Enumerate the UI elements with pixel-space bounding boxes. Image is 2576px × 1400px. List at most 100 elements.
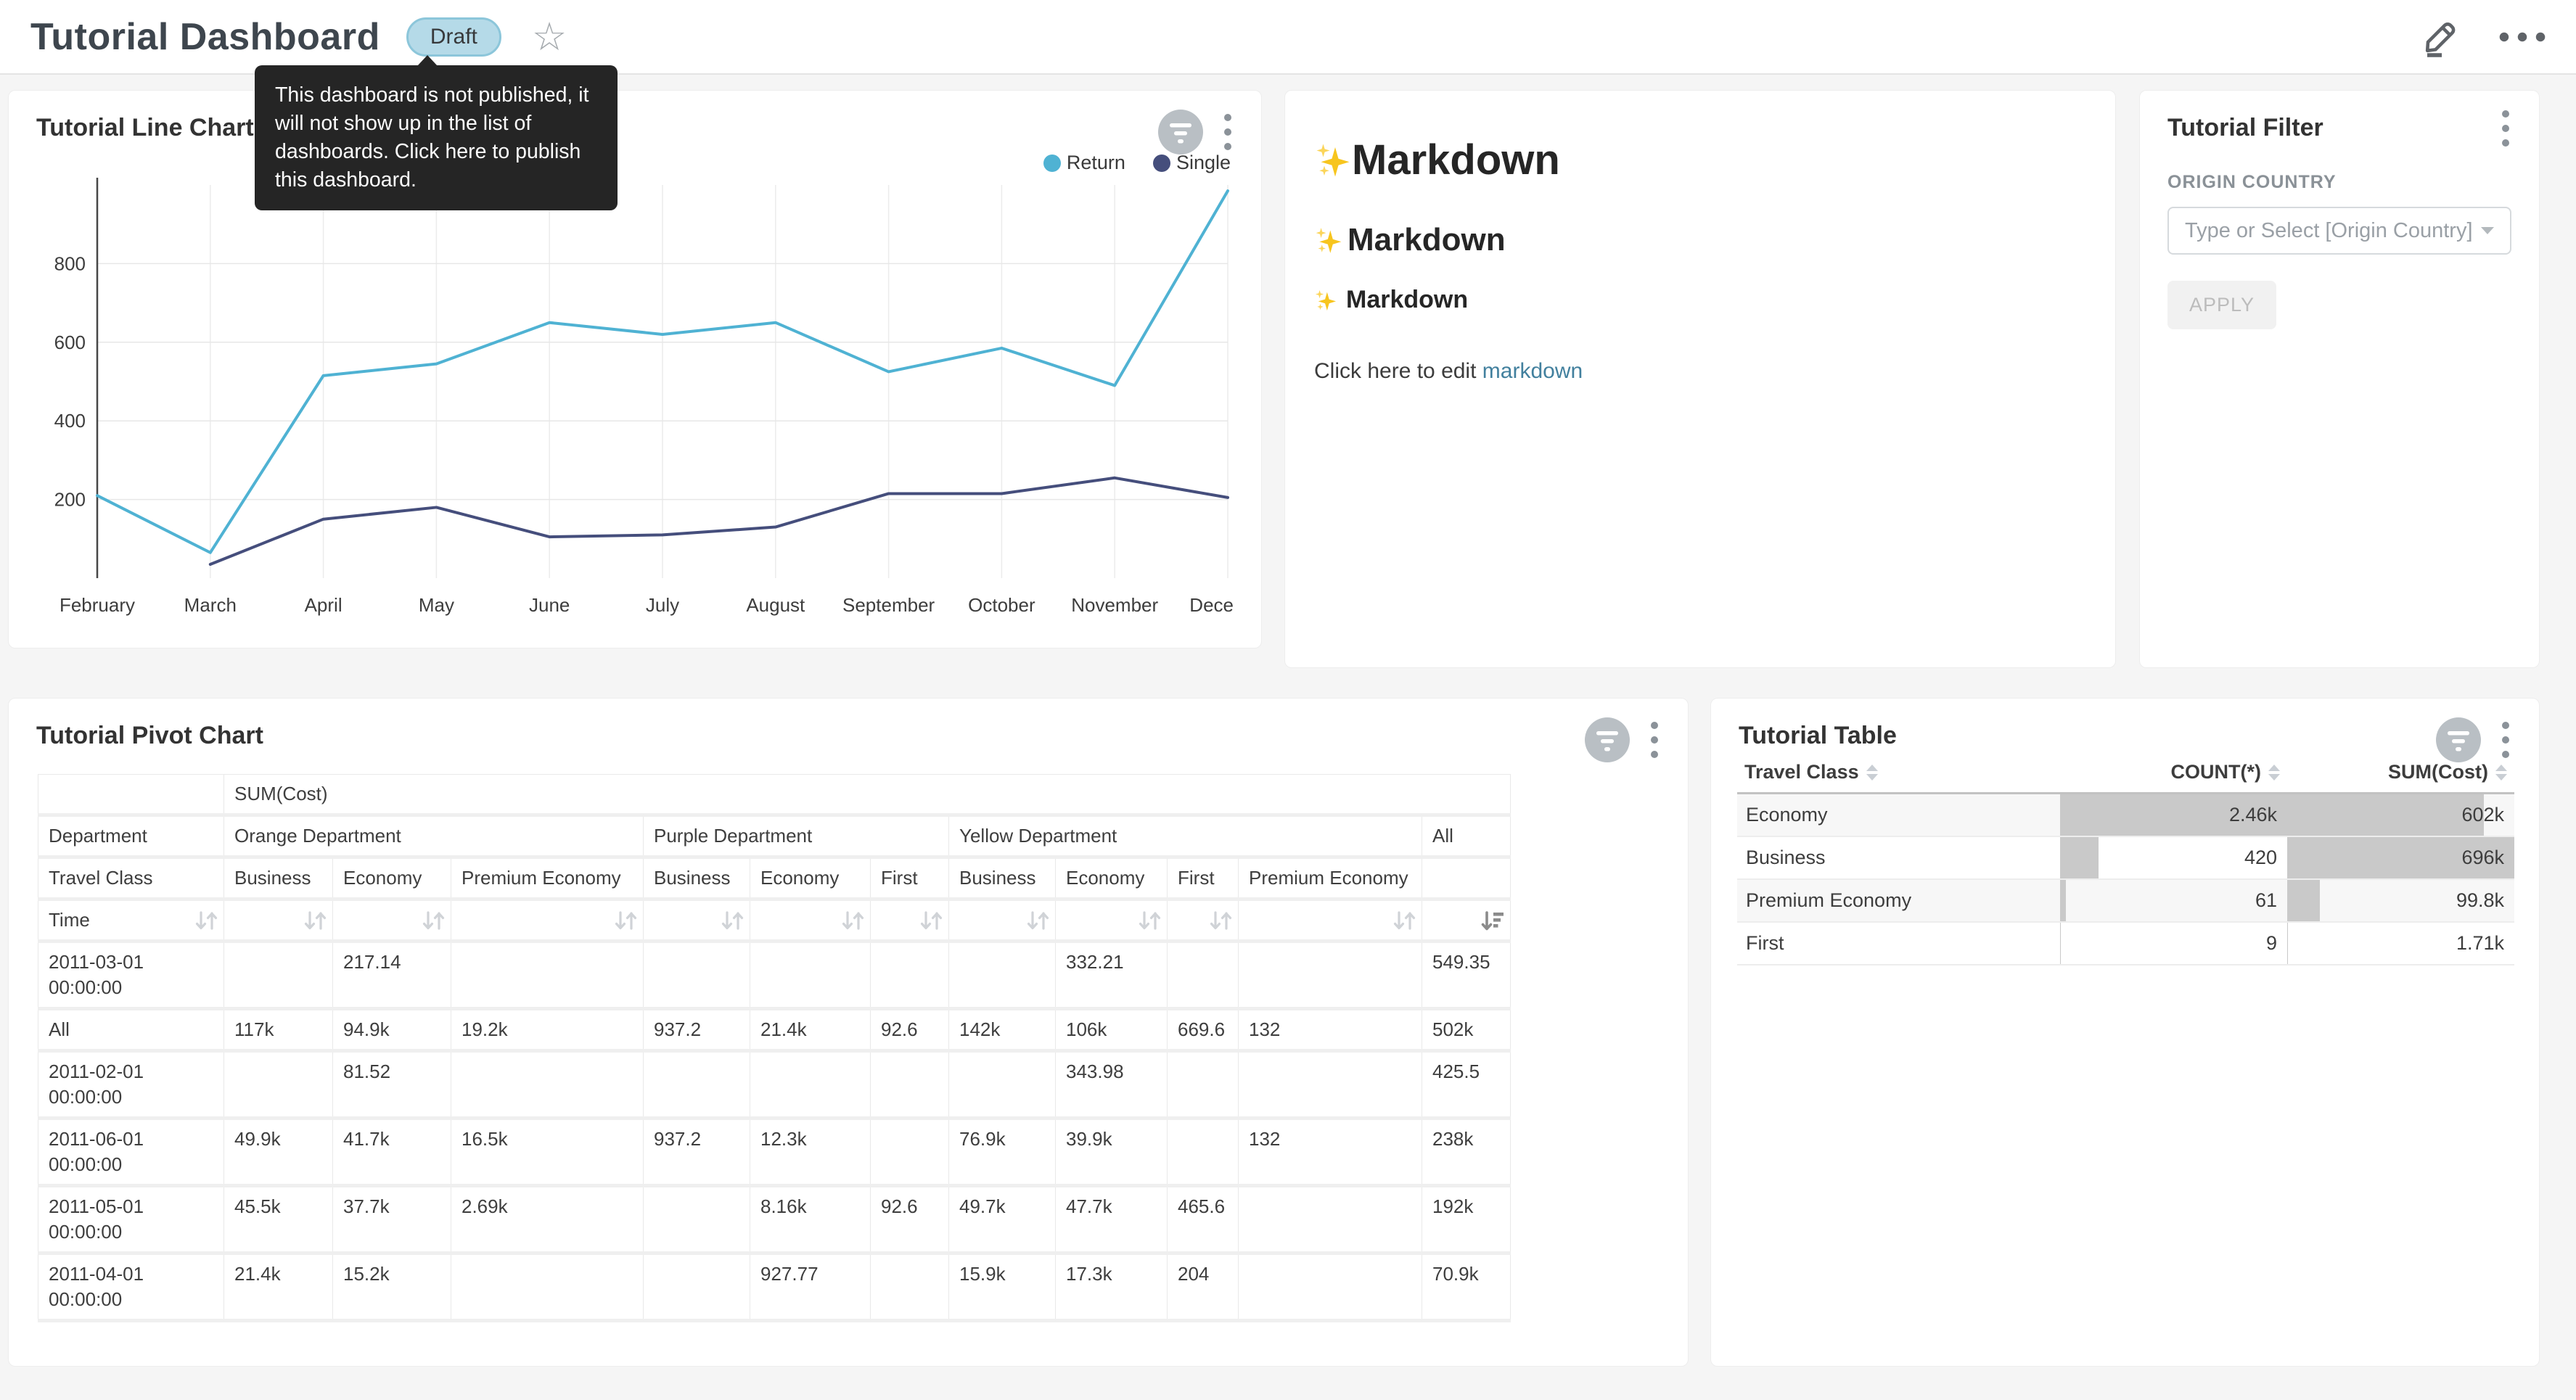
table-row: Economy 2.46k 602k — [1737, 794, 2514, 837]
pivot-group-yellow: Yellow Department — [949, 815, 1422, 857]
page-title: Tutorial Dashboard — [30, 15, 380, 59]
svg-text:Dece: Dece — [1189, 594, 1234, 616]
col-header-sum-cost[interactable]: SUM(Cost) — [2287, 752, 2514, 794]
markdown-content: Markdown Markdown Markdown Click here to… — [1314, 117, 2086, 384]
sort-icon[interactable] — [841, 910, 864, 931]
pivot-class-col: Premium Economy — [451, 857, 644, 899]
pivot-row: 2011-03-01 00:00:00 217.14 332.21 549.35 — [38, 942, 1511, 1009]
data-table: Travel Class COUNT(*) SUM(Cost) Economy … — [1737, 752, 2513, 965]
pivot-panel-actions — [1585, 717, 1659, 762]
sorter-icon[interactable] — [2268, 765, 2280, 781]
line-chart-panel-actions — [1158, 110, 1232, 155]
markdown-h1: Markdown — [1314, 136, 2086, 184]
cell-count: 2.46k — [2060, 794, 2287, 836]
table-row: Premium Economy 61 99.8k — [1737, 879, 2514, 922]
pivot-metric-header: SUM(Cost) — [224, 775, 1511, 815]
table-panel-title: Tutorial Table — [1739, 722, 1897, 750]
line-chart-title: Tutorial Line Chart — [36, 114, 254, 142]
pivot-class-col: First — [1168, 857, 1239, 899]
sort-icon[interactable] — [303, 910, 327, 931]
cell-sum: 696k — [2287, 837, 2514, 878]
pivot-department-row: Department Orange Department Purple Depa… — [38, 815, 1511, 857]
svg-text:October: October — [968, 594, 1035, 616]
pivot-sort-row: Time — [38, 899, 1511, 942]
sort-icon[interactable] — [194, 910, 218, 931]
cross-filter-icon[interactable] — [1158, 110, 1203, 155]
pivot-dept-label: Department — [38, 815, 224, 857]
sort-icon[interactable] — [1026, 910, 1049, 931]
dashboard-page: Tutorial Dashboard Draft ☆ This dashboar… — [0, 0, 2576, 1400]
cell-sum: 1.71k — [2287, 923, 2514, 964]
sort-icon[interactable] — [422, 910, 445, 931]
line-chart[interactable]: 200400600800FebruaryMarchAprilMayJuneJul… — [29, 175, 1239, 622]
svg-text:August: August — [746, 594, 805, 616]
edit-markdown-link[interactable]: markdown — [1482, 359, 1583, 383]
favorite-star-icon[interactable]: ☆ — [532, 17, 567, 57]
pivot-class-col: Economy — [333, 857, 451, 899]
cell-count: 420 — [2060, 837, 2287, 878]
sort-icon[interactable] — [1209, 910, 1232, 931]
chart-legend: Return Single — [1043, 152, 1231, 174]
legend-dot-single — [1153, 155, 1170, 172]
pivot-group-purple: Purple Department — [644, 815, 949, 857]
pivot-class-col: First — [871, 857, 949, 899]
table-row: Business 420 696k — [1737, 836, 2514, 879]
col-header-count[interactable]: COUNT(*) — [2060, 752, 2287, 794]
apply-button[interactable]: APPLY — [2167, 281, 2276, 329]
cell-travel-class: First — [1737, 923, 2060, 964]
sort-icon[interactable] — [919, 910, 943, 931]
kebab-menu-icon[interactable] — [1650, 721, 1659, 759]
table-header-row: Travel Class COUNT(*) SUM(Cost) — [1737, 752, 2514, 794]
more-actions-icon[interactable] — [2499, 32, 2546, 42]
sparkles-icon — [1314, 227, 1343, 254]
cell-sum: 602k — [2287, 794, 2514, 836]
svg-text:July: July — [646, 594, 679, 616]
sort-icon[interactable] — [1138, 910, 1161, 931]
pivot-row: 2011-02-01 00:00:00 81.52 343.98 425.5 — [38, 1051, 1511, 1119]
pivot-table: SUM(Cost) Department Orange Department P… — [38, 774, 1511, 1322]
pivot-row: 2011-06-01 00:00:00 49.9k41.7k16.5k 937.… — [38, 1119, 1511, 1186]
filter-panel-actions — [2501, 110, 2510, 147]
svg-text:600: 600 — [54, 332, 86, 353]
svg-text:November: November — [1071, 594, 1158, 616]
cell-sum: 99.8k — [2287, 880, 2514, 921]
pivot-chart-title: Tutorial Pivot Chart — [36, 722, 263, 750]
origin-country-label: ORIGIN COUNTRY — [2167, 172, 2337, 193]
svg-text:400: 400 — [54, 410, 86, 432]
svg-text:March: March — [184, 594, 237, 616]
sorter-icon[interactable] — [2495, 765, 2507, 781]
cell-travel-class: Premium Economy — [1737, 880, 2060, 921]
markdown-paragraph: Click here to edit markdown — [1314, 359, 2086, 384]
cell-travel-class: Business — [1737, 837, 2060, 878]
svg-text:200: 200 — [54, 489, 86, 511]
sort-desc-active-icon[interactable] — [1481, 910, 1504, 931]
edit-pencil-icon[interactable] — [2421, 15, 2461, 59]
cell-count: 61 — [2060, 880, 2287, 921]
pivot-class-col: Economy — [1056, 857, 1168, 899]
sorter-icon[interactable] — [1866, 765, 1878, 781]
markdown-h3: Markdown — [1314, 286, 2086, 314]
sort-icon[interactable] — [721, 910, 744, 931]
legend-label-single: Single — [1176, 152, 1231, 174]
cross-filter-icon[interactable] — [1585, 717, 1630, 762]
svg-text:April: April — [305, 594, 342, 616]
legend-label-return: Return — [1067, 152, 1125, 174]
sparkles-icon — [1314, 143, 1352, 178]
kebab-menu-icon[interactable] — [1223, 113, 1232, 151]
sort-icon[interactable] — [614, 910, 637, 931]
legend-dot-return — [1043, 155, 1061, 172]
pivot-class-col: Business — [949, 857, 1056, 899]
kebab-menu-icon[interactable] — [2501, 110, 2510, 147]
origin-country-select[interactable]: Type or Select [Origin Country] — [2167, 207, 2511, 255]
sort-icon[interactable] — [1392, 910, 1416, 931]
header-actions — [2421, 15, 2546, 59]
col-header-travel-class[interactable]: Travel Class — [1737, 752, 2060, 794]
legend-item-single[interactable]: Single — [1153, 152, 1231, 174]
cell-count: 9 — [2060, 923, 2287, 964]
pivot-class-col-empty — [1422, 857, 1511, 899]
app-header: Tutorial Dashboard Draft ☆ — [0, 0, 2576, 75]
panel-filter: Tutorial Filter ORIGIN COUNTRY Type or S… — [2139, 90, 2540, 668]
draft-status-badge[interactable]: Draft — [406, 17, 501, 57]
pivot-class-col: Economy — [750, 857, 871, 899]
legend-item-return[interactable]: Return — [1043, 152, 1125, 174]
